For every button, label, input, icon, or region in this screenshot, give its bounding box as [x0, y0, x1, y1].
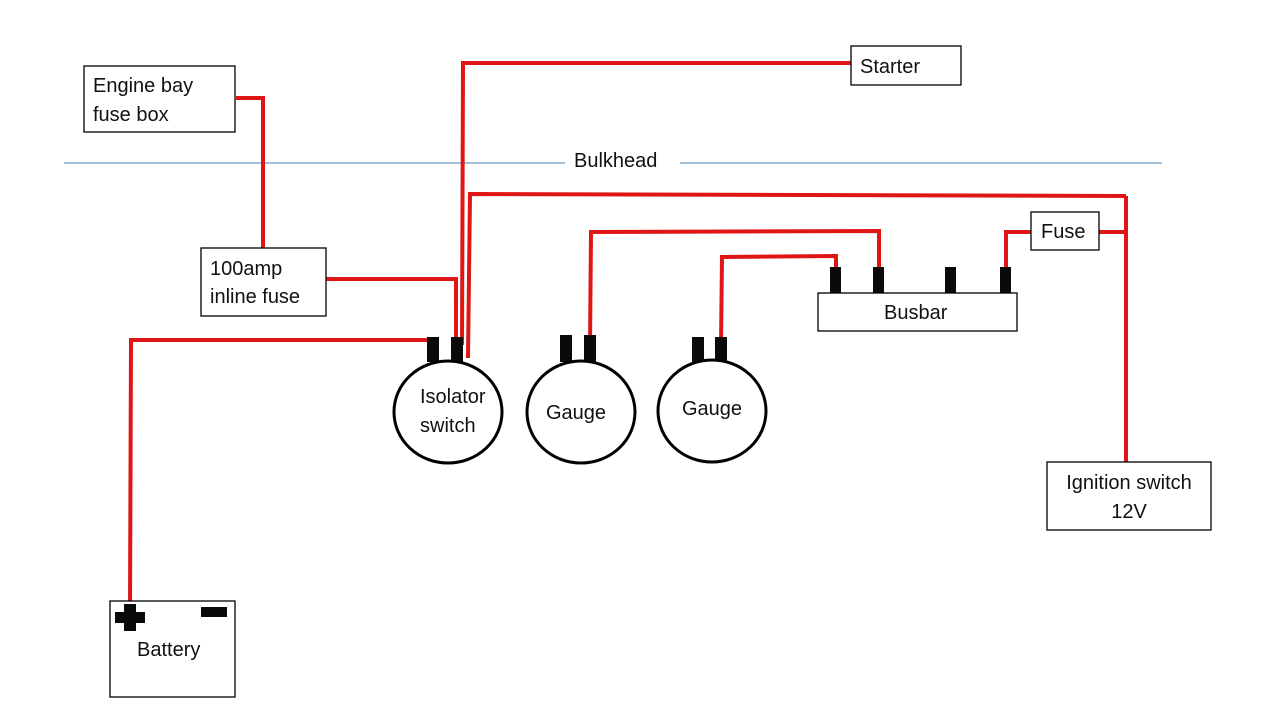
gauge1-terminal-2	[584, 335, 596, 362]
busbar-terminal-2	[873, 267, 884, 294]
starter-label: Starter	[860, 56, 920, 78]
isolator-terminal-2	[451, 337, 463, 362]
gauge-1: Gauge	[525, 335, 637, 465]
wiring-diagram: Bulkhead Engine bay fuse box Starter 100…	[64, 45, 1212, 698]
engine-bay-fuse-box-label-1: Engine bay	[93, 75, 193, 97]
isolator-label-2: switch	[420, 415, 476, 437]
wire-battery-to-isolator	[128, 338, 433, 609]
busbar-terminal-4	[1000, 267, 1011, 294]
gauge-2: Gauge	[656, 337, 768, 464]
busbar-terminal-3	[945, 267, 956, 294]
isolator-switch: Isolator switch	[392, 337, 504, 465]
battery: Battery	[109, 600, 236, 698]
starter-box: Starter	[850, 45, 962, 86]
battery-label: Battery	[137, 639, 200, 661]
fuse-box: Fuse	[1030, 211, 1100, 251]
ignition-label-2: 12V	[1111, 501, 1147, 523]
busbar-label: Busbar	[884, 302, 948, 324]
gauge2-terminal-2	[715, 337, 727, 362]
battery-negative-icon	[201, 607, 227, 617]
gauge1-terminal-1	[560, 335, 572, 362]
isolator-terminal-1	[427, 337, 439, 362]
isolator-label-1: Isolator	[420, 386, 486, 408]
wire-fusebox-to-inline-fuse	[236, 96, 265, 248]
wire-isolator-to-starter	[460, 61, 851, 346]
busbar-terminal-1	[830, 267, 841, 294]
inline-fuse-label-1: 100amp	[210, 258, 282, 280]
gauge1-label: Gauge	[546, 402, 606, 424]
fuse-label: Fuse	[1041, 221, 1085, 243]
wire-inline-fuse-to-isolator	[326, 277, 458, 345]
inline-fuse-box: 100amp inline fuse	[200, 247, 327, 317]
ignition-switch-box: Ignition switch 12V	[1046, 461, 1212, 531]
engine-bay-fuse-box: Engine bay fuse box	[83, 65, 236, 133]
ignition-label-1: Ignition switch	[1066, 472, 1192, 494]
gauge2-label: Gauge	[682, 398, 742, 420]
inline-fuse-label-2: inline fuse	[210, 286, 300, 308]
wire-isolator-to-ignition	[466, 191, 1127, 359]
gauge2-terminal-1	[692, 337, 704, 362]
bulkhead-label: Bulkhead	[574, 150, 657, 172]
busbar: Busbar	[817, 267, 1018, 332]
engine-bay-fuse-box-label-2: fuse box	[93, 104, 169, 126]
